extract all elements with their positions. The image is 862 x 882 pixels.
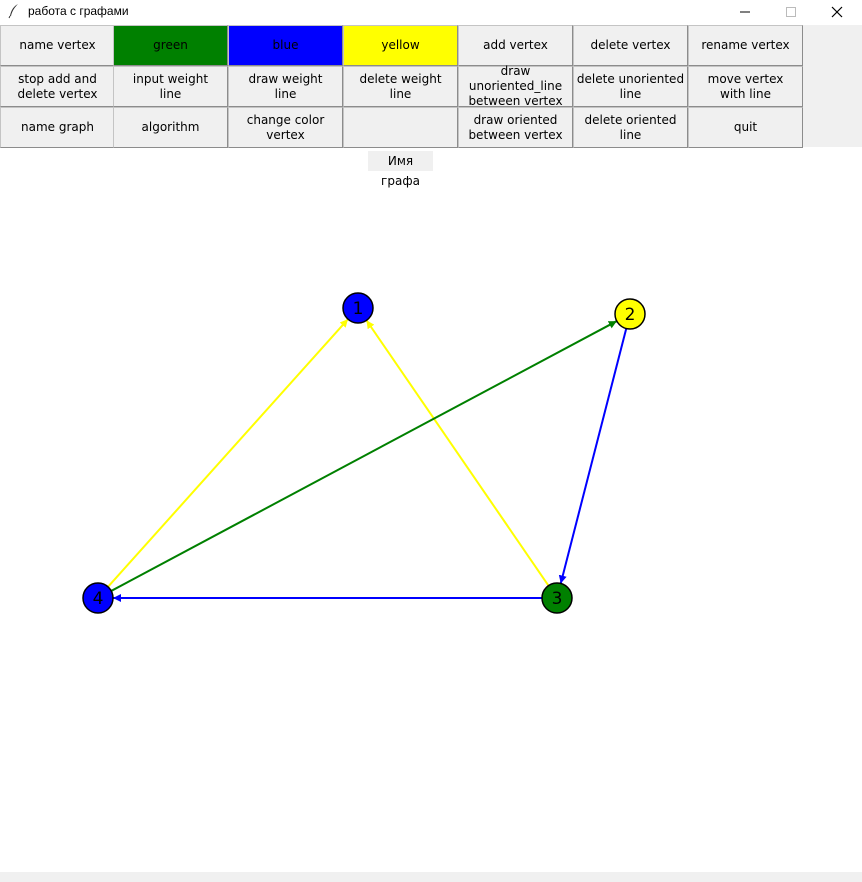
vertex-2[interactable]: 2 (614, 298, 646, 330)
vertex-label: 2 (625, 305, 636, 325)
edges-layer (107, 318, 628, 602)
vertices-layer: 1 2 3 4 (82, 292, 646, 614)
edge-4-2[interactable] (110, 320, 618, 592)
vertex-3[interactable]: 3 (541, 582, 573, 614)
vertex-label: 3 (552, 589, 563, 609)
vertex-4[interactable]: 4 (82, 582, 114, 614)
graph-canvas[interactable]: 1 2 3 4 (0, 0, 862, 872)
edge-2-3[interactable] (558, 328, 628, 584)
bottom-border (0, 872, 862, 882)
edge-4-1[interactable] (107, 318, 349, 588)
vertex-1[interactable]: 1 (342, 292, 374, 324)
vertex-label: 4 (93, 589, 104, 609)
edge-3-1[interactable] (365, 319, 550, 587)
vertex-label: 1 (353, 299, 364, 319)
